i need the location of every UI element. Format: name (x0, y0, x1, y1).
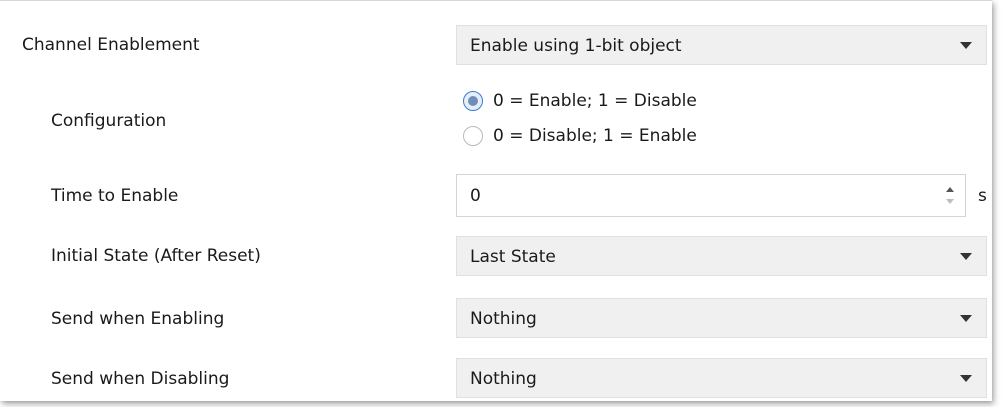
send-when-disabling-dropdown[interactable]: Nothing (456, 358, 987, 398)
initial-state-label: Initial State (After Reset) (51, 246, 261, 266)
initial-state-value: Last State (470, 247, 556, 267)
config-option-enable-0[interactable]: 0 = Enable; 1 = Disable (463, 89, 697, 113)
spin-down-icon[interactable] (946, 199, 954, 204)
config-option-disable-0[interactable]: 0 = Disable; 1 = Enable (463, 124, 697, 148)
send-when-disabling-value: Nothing (470, 369, 537, 389)
send-when-disabling-label: Send when Disabling (51, 369, 230, 389)
configuration-label: Configuration (51, 111, 167, 131)
channel-enablement-value: Enable using 1-bit object (470, 36, 682, 56)
parameters-panel: Channel Enablement Enable using 1-bit ob… (0, 0, 992, 401)
time-unit-label: s (978, 186, 987, 206)
chevron-down-icon (960, 315, 972, 322)
config-option-label: 0 = Enable; 1 = Disable (493, 91, 697, 111)
chevron-down-icon (960, 375, 972, 382)
send-when-enabling-dropdown[interactable]: Nothing (456, 298, 987, 338)
spin-up-icon[interactable] (946, 187, 954, 192)
chevron-down-icon (960, 253, 972, 260)
send-when-enabling-value: Nothing (470, 309, 537, 329)
channel-enablement-label: Channel Enablement (22, 35, 200, 55)
chevron-down-icon (960, 42, 972, 49)
radio-button[interactable] (463, 126, 483, 146)
config-option-label: 0 = Disable; 1 = Enable (493, 126, 697, 146)
channel-enablement-dropdown[interactable]: Enable using 1-bit object (456, 25, 987, 65)
radio-button-checked[interactable] (463, 91, 483, 111)
time-to-enable-value: 0 (470, 186, 481, 206)
time-to-enable-input[interactable]: 0 (456, 174, 966, 217)
time-to-enable-label: Time to Enable (51, 186, 179, 206)
initial-state-dropdown[interactable]: Last State (456, 236, 987, 276)
send-when-enabling-label: Send when Enabling (51, 309, 225, 329)
